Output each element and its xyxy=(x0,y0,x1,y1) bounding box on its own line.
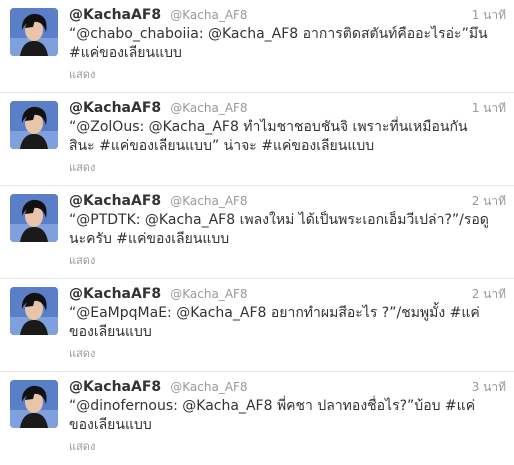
tweet-username[interactable]: @Kacha_AF8 xyxy=(170,380,247,394)
expand-link[interactable]: แสดง xyxy=(69,65,506,83)
expand-link[interactable]: แสดง xyxy=(69,158,506,176)
tweet-fullname[interactable]: @KachaAF8 xyxy=(69,100,161,116)
tweet-item[interactable]: @KachaAF8 @Kacha_AF8 2 นาที “@PTDTK: @Ka… xyxy=(0,186,514,279)
tweet-item[interactable]: @KachaAF8 @Kacha_AF8 2 นาที “@EaMpqMaE: … xyxy=(0,279,514,372)
tweet-username[interactable]: @Kacha_AF8 xyxy=(170,194,247,208)
tweet-fullname[interactable]: @KachaAF8 xyxy=(69,193,161,209)
tweet-timestamp[interactable]: 3 นาที xyxy=(472,378,506,396)
tweet-username[interactable]: @Kacha_AF8 xyxy=(170,287,247,301)
tweet-text: “@dinofernous: @Kacha_AF8 พี่คชา ปลาทองช… xyxy=(69,398,476,433)
user-avatar[interactable] xyxy=(10,380,58,428)
tweet-timestamp[interactable]: 1 นาที xyxy=(472,99,506,117)
tweet-timestamp[interactable]: 2 นาที xyxy=(472,192,506,210)
tweet-timestamp[interactable]: 1 นาที xyxy=(472,6,506,24)
tweet-fullname[interactable]: @KachaAF8 xyxy=(69,7,161,23)
user-avatar[interactable] xyxy=(10,194,58,242)
tweet-item[interactable]: @KachaAF8 @Kacha_AF8 1 นาที “@ZolOus: @K… xyxy=(0,93,514,186)
expand-link[interactable]: แสดง xyxy=(69,344,506,362)
tweet-timestamp[interactable]: 2 นาที xyxy=(472,285,506,303)
user-avatar[interactable] xyxy=(10,8,58,56)
tweet-username[interactable]: @Kacha_AF8 xyxy=(170,8,247,22)
tweet-fullname[interactable]: @KachaAF8 xyxy=(69,286,161,302)
tweet-item[interactable]: @KachaAF8 @Kacha_AF8 3 นาที “@dinofernou… xyxy=(0,372,514,465)
tweet-feed: @KachaAF8 @Kacha_AF8 1 นาที “@chabo_chab… xyxy=(0,0,514,465)
user-avatar[interactable] xyxy=(10,101,58,149)
user-avatar[interactable] xyxy=(10,287,58,335)
tweet-item[interactable]: @KachaAF8 @Kacha_AF8 1 นาที “@chabo_chab… xyxy=(0,0,514,93)
tweet-text: “@PTDTK: @Kacha_AF8 เพลงใหม่ ได้เป็นพระเ… xyxy=(69,212,489,247)
tweet-fullname[interactable]: @KachaAF8 xyxy=(69,379,161,395)
tweet-text: “@chabo_chaboiia: @Kacha_AF8 อาการติดสตั… xyxy=(69,26,488,61)
expand-link[interactable]: แสดง xyxy=(69,437,506,455)
tweet-text: “@ZolOus: @Kacha_AF8 ทำไมชาชอบชันจิ เพรา… xyxy=(69,119,468,154)
tweet-username[interactable]: @Kacha_AF8 xyxy=(170,101,247,115)
tweet-text: “@EaMpqMaE: @Kacha_AF8 อยากทำผมสีอะไร ?”… xyxy=(69,305,480,340)
expand-link[interactable]: แสดง xyxy=(69,251,506,269)
